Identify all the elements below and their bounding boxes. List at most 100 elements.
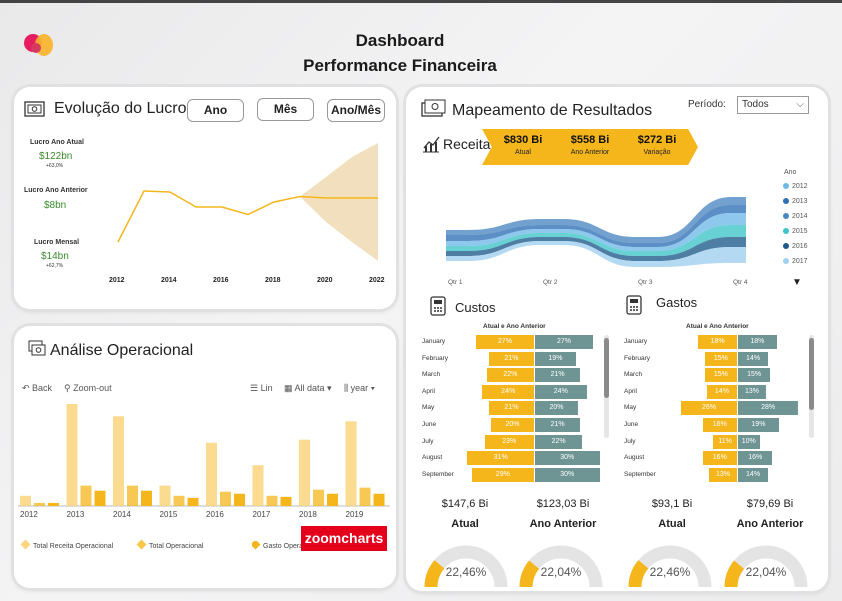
bar-atual: 24%: [482, 384, 534, 399]
op-bar[interactable]: [127, 485, 138, 506]
periodo-select[interactable]: Todos ⌵: [737, 96, 809, 114]
month-label: September: [624, 470, 656, 478]
custos-gauge-1-value: 22,46%: [445, 565, 487, 579]
gauges: [424, 545, 808, 588]
mes-button[interactable]: Mês: [257, 98, 314, 121]
month-label: April: [422, 387, 436, 395]
x-tick-label: 2018: [299, 510, 317, 519]
op-bar[interactable]: [34, 502, 45, 506]
bar-ano-anterior: 19%: [535, 351, 576, 366]
calendar-icon: ▦: [284, 383, 295, 393]
back-label: Back: [32, 383, 53, 393]
year-dropdown[interactable]: ⫼ year ▾: [344, 383, 375, 394]
lucro-card: Evolução do Lucro Ano Mês Ano/Mês Lucro …: [14, 87, 396, 309]
op-bar[interactable]: [94, 490, 106, 506]
kpi-sub-mensal: +62,7%: [46, 263, 64, 269]
bar-ano-anterior: 13%: [738, 384, 766, 399]
bar-ano-anterior: 20%: [535, 401, 578, 416]
back-button[interactable]: ↶ Back: [22, 383, 52, 394]
ribbon-legend-item: 2013: [783, 198, 808, 205]
op-bar[interactable]: [48, 502, 59, 506]
op-bar[interactable]: [187, 497, 199, 506]
op-bar[interactable]: [266, 495, 278, 506]
op-bar[interactable]: [220, 491, 231, 506]
op-bar[interactable]: [234, 493, 245, 506]
month-label: January: [422, 338, 446, 345]
bar-atual: 18%: [698, 335, 737, 349]
bar-ano-anterior: 14%: [738, 467, 769, 482]
periodo-value: Todos: [742, 99, 769, 110]
receita-label: Receita: [443, 136, 491, 152]
bar-atual: 21%: [488, 401, 534, 416]
x-tick-label: 2014: [161, 277, 177, 284]
month-label: June: [422, 421, 437, 428]
chevron-down-icon: ▾: [368, 383, 376, 393]
custos-anterior-label: Ano Anterior: [529, 518, 597, 530]
scroll-down-icon[interactable]: ▼: [792, 277, 802, 288]
x-tick-label: Qtr 3: [638, 279, 653, 286]
op-bar[interactable]: [66, 404, 78, 506]
bar-atual: 31%: [467, 451, 534, 466]
legend-dot: [783, 243, 789, 249]
legend-label: 2015: [792, 228, 808, 235]
op-bar[interactable]: [280, 496, 292, 506]
op-bar[interactable]: [299, 439, 310, 506]
op-bar[interactable]: [252, 465, 264, 506]
op-bar[interactable]: [206, 442, 217, 506]
list-icon: ☰: [250, 383, 261, 393]
bar-atual: 16%: [702, 451, 737, 466]
legend-label: Total Operacional: [149, 543, 204, 550]
kpi-label-atual: Lucro Ano Atual: [30, 139, 84, 146]
x-tick-label: 2018: [265, 277, 281, 284]
op-bar[interactable]: [327, 493, 338, 506]
ano-mes-button[interactable]: Ano/Mês: [327, 99, 385, 122]
bar-ano-anterior: 28%: [738, 401, 799, 416]
ano-button[interactable]: Ano: [187, 99, 244, 122]
back-icon: ↶: [22, 383, 33, 393]
window-top-bar: [0, 0, 842, 3]
periodo-label: Período:: [688, 99, 726, 110]
bar-atual: 27%: [475, 335, 534, 349]
gastos-scrollbar[interactable]: [809, 335, 814, 438]
legend-dot: [783, 183, 789, 189]
bar-atual: 20%: [491, 418, 534, 432]
zoom-out-button[interactable]: ⚲ Zoom-out: [64, 383, 112, 394]
legend-marker: [252, 541, 261, 550]
scroll-thumb[interactable]: [604, 338, 609, 398]
gastos-gauge-1-value: 22,46%: [649, 565, 691, 579]
op-bar[interactable]: [345, 421, 357, 506]
op-bar[interactable]: [173, 495, 185, 506]
bar-atual: 23%: [484, 434, 534, 449]
op-bar[interactable]: [80, 485, 92, 506]
bar-atual: 29%: [471, 467, 534, 482]
op-bar[interactable]: [20, 495, 31, 506]
legend-label: 2013: [792, 198, 808, 205]
op-bar[interactable]: [313, 489, 324, 506]
kpi-sub-atual: +63,0%: [46, 163, 64, 169]
month-label: August: [422, 454, 443, 462]
custos-scrollbar[interactable]: [604, 335, 609, 438]
op-bar[interactable]: [159, 485, 171, 506]
lin-button[interactable]: ☰ Lin: [250, 383, 273, 394]
x-tick-label: 2017: [252, 510, 271, 519]
all-data-dropdown[interactable]: ▦ All data ▾: [284, 383, 332, 394]
bar-atual: 15%: [704, 351, 737, 366]
scroll-thumb[interactable]: [809, 338, 814, 410]
kpi-value-mensal: $14bn: [41, 251, 69, 262]
receita-variacao-value: $272 Bi: [637, 134, 677, 146]
op-bar[interactable]: [141, 490, 152, 506]
bar-ano-anterior: 21%: [535, 368, 581, 383]
cash-icon: [421, 99, 446, 117]
op-bar[interactable]: [373, 493, 385, 506]
bar-ano-anterior: 10%: [738, 434, 760, 449]
custos-title: Custos: [455, 300, 496, 315]
op-bar[interactable]: [113, 416, 124, 506]
zoomcharts-logo[interactable]: zoomcharts: [301, 526, 387, 551]
bar-ano-anterior: 22%: [535, 434, 583, 449]
legend-marker: [136, 539, 147, 550]
x-tick-label: 2015: [159, 510, 178, 519]
op-bar[interactable]: [359, 487, 371, 506]
bar-ano-anterior: 30%: [535, 467, 600, 482]
ribbon-legend-item: 2014: [783, 213, 808, 220]
x-tick-label: 2016: [213, 277, 229, 284]
